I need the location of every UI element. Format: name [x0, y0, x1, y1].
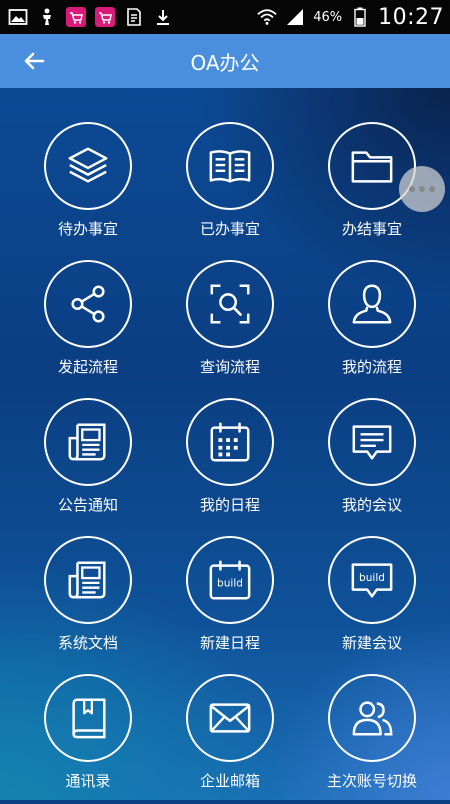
back-button[interactable] [18, 45, 50, 77]
cart-icon [95, 7, 115, 27]
menu-item-system-docs[interactable]: 系统文档 [18, 536, 158, 666]
back-arrow-icon [24, 52, 45, 70]
menu-grid: 待办事宜 已办事宜 办结事宜 发起流程 查询流程 我的流程 公告通知 我的日程 … [0, 88, 450, 800]
contacts-book-icon [44, 674, 132, 762]
menu-item-my-meetings[interactable]: 我的会议 [302, 398, 442, 528]
menu-item-enterprise-mail[interactable]: 企业邮箱 [160, 674, 300, 804]
menu-item-label: 已办事宜 [199, 220, 260, 238]
wifi-icon [257, 7, 277, 27]
build-chat-icon: build [328, 536, 416, 624]
menu-item-new-meeting[interactable]: build 新建会议 [302, 536, 442, 666]
menu-item-label: 新建日程 [199, 634, 260, 652]
more-dots-icon [429, 186, 435, 192]
build-calendar-icon: build [186, 536, 274, 624]
more-menu-button[interactable] [399, 166, 445, 212]
build-badge: build [359, 572, 385, 584]
menu-item-query-process[interactable]: 查询流程 [160, 260, 300, 390]
usb-debug-icon [37, 7, 57, 27]
battery-icon [350, 7, 370, 27]
menu-item-label: 我的会议 [341, 496, 402, 514]
status-bar-notifications [8, 7, 173, 27]
sim-icon [124, 7, 144, 27]
menu-item-label: 查询流程 [199, 358, 260, 376]
newspaper-icon [44, 398, 132, 486]
page-title: OA办公 [190, 50, 260, 75]
chat-icon [328, 398, 416, 486]
menu-item-label: 公告通知 [57, 496, 118, 514]
menu-item-label: 新建会议 [341, 634, 402, 652]
cart-icon [66, 7, 86, 27]
image-icon [8, 7, 28, 27]
more-dots-icon [409, 186, 415, 192]
status-bar-system: 46% 10:27 [257, 5, 444, 30]
menu-item-label: 发起流程 [57, 358, 118, 376]
menu-item-my-process[interactable]: 我的流程 [302, 260, 442, 390]
scan-search-icon [186, 260, 274, 348]
menu-item-contacts[interactable]: 通讯录 [18, 674, 158, 804]
share-icon [44, 260, 132, 348]
menu-item-label: 我的流程 [341, 358, 402, 376]
calendar-icon [186, 398, 274, 486]
clock: 10:27 [378, 4, 444, 30]
user-icon [328, 260, 416, 348]
menu-item-announcements[interactable]: 公告通知 [18, 398, 158, 528]
menu-item-done[interactable]: 已办事宜 [160, 122, 300, 252]
signal-icon [285, 7, 305, 27]
mail-icon [186, 674, 274, 762]
more-dots-icon [419, 186, 425, 192]
download-icon [153, 7, 173, 27]
battery-percent: 46% [313, 9, 343, 25]
menu-item-new-schedule[interactable]: build 新建日程 [160, 536, 300, 666]
build-badge: build [217, 578, 243, 590]
book-icon [186, 122, 274, 210]
status-bar: 46% 10:27 [0, 0, 450, 34]
menu-item-label: 主次账号切换 [326, 772, 417, 790]
layers-icon [44, 122, 132, 210]
menu-item-label: 通讯录 [65, 772, 111, 790]
menu-panel: 待办事宜 已办事宜 办结事宜 发起流程 查询流程 我的流程 公告通知 我的日程 … [0, 88, 450, 800]
document-icon [44, 536, 132, 624]
app-bar: OA办公 [0, 34, 450, 88]
menu-item-start-process[interactable]: 发起流程 [18, 260, 158, 390]
menu-item-label: 办结事宜 [341, 220, 402, 238]
menu-item-label: 待办事宜 [57, 220, 118, 238]
menu-item-label: 企业邮箱 [199, 772, 260, 790]
menu-item-label: 系统文档 [57, 634, 118, 652]
menu-item-my-schedule[interactable]: 我的日程 [160, 398, 300, 528]
menu-item-switch-account[interactable]: 主次账号切换 [302, 674, 442, 804]
menu-item-pending[interactable]: 待办事宜 [18, 122, 158, 252]
users-icon [328, 674, 416, 762]
menu-item-label: 我的日程 [199, 496, 260, 514]
